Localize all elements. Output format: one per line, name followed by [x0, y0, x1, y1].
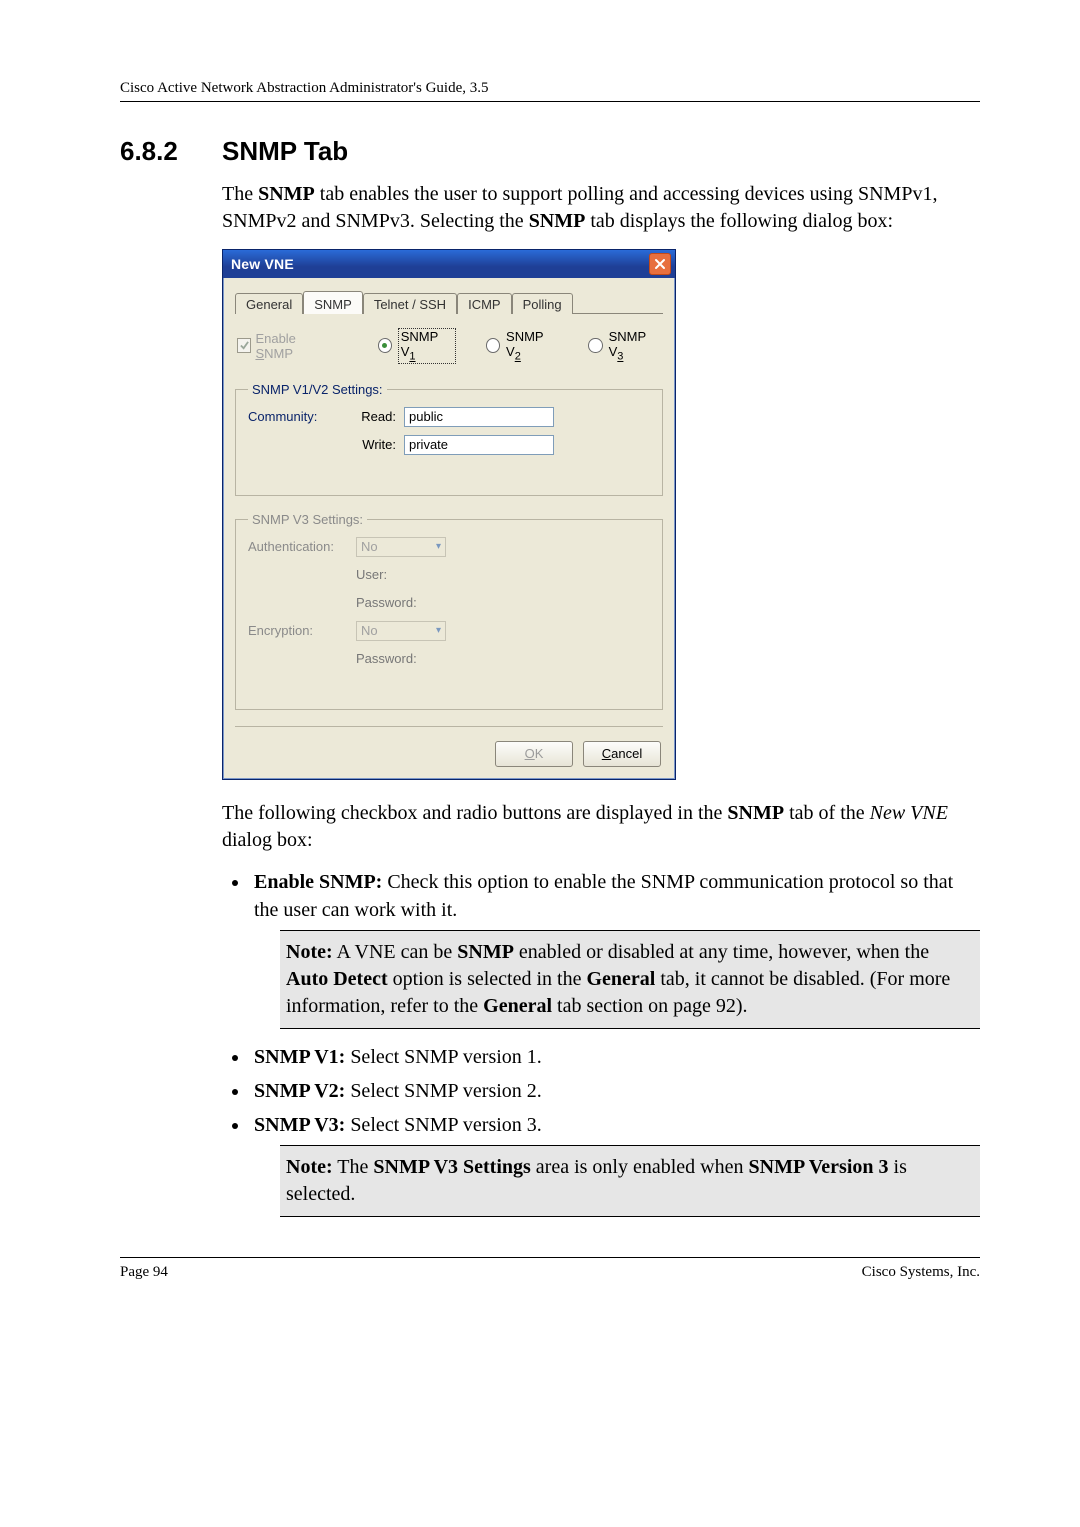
write-label: Write: — [342, 437, 396, 452]
text: Select SNMP version 1. — [345, 1046, 541, 1068]
dialog-title: New VNE — [231, 256, 649, 272]
running-header: Cisco Active Network Abstraction Adminis… — [120, 80, 980, 102]
tab-telnet-ssh[interactable]: Telnet / SSH — [363, 293, 457, 314]
list-item: SNMP V2: Select SNMP version 2. — [250, 1077, 980, 1105]
text-bold: Enable SNMP: — [254, 871, 382, 893]
footer-company: Cisco Systems, Inc. — [862, 1264, 980, 1281]
ok-button[interactable]: OK — [495, 741, 573, 767]
tab-polling[interactable]: Polling — [512, 293, 573, 314]
tab-strip: General SNMP Telnet / SSH ICMP Polling — [235, 290, 663, 314]
text-bold: SNMP — [258, 183, 315, 205]
encryption-label: Encryption: — [248, 623, 356, 638]
encryption-password-input[interactable] — [444, 649, 604, 669]
paragraph: The following checkbox and radio buttons… — [222, 800, 980, 854]
tab-icmp[interactable]: ICMP — [457, 293, 512, 314]
tab-snmp[interactable]: SNMP — [303, 291, 363, 314]
close-button[interactable] — [649, 253, 671, 275]
chevron-down-icon: ▾ — [436, 541, 441, 552]
read-label: Read: — [342, 409, 396, 424]
radio-sub: 1 — [409, 351, 415, 363]
group-legend: SNMP V1/V2 Settings: — [248, 382, 387, 397]
community-read-input[interactable] — [404, 407, 554, 427]
snmp-v2-radio[interactable]: SNMP V2 — [486, 328, 559, 364]
community-label: Community: — [248, 409, 342, 424]
section-number: 6.8.2 — [120, 136, 196, 167]
user-label: User: — [356, 567, 444, 582]
text-bold: SNMP V3 Settings — [373, 1156, 530, 1178]
text: The following checkbox and radio buttons… — [222, 802, 727, 824]
text-bold: General — [483, 995, 552, 1017]
text: area is only enabled when — [531, 1156, 749, 1178]
list-item: Enable SNMP: Check this option to enable… — [250, 868, 980, 1029]
password-label: Password: — [356, 651, 444, 666]
auth-password-input[interactable] — [444, 593, 604, 613]
snmp-v1v2-settings-group: SNMP V1/V2 Settings: Community: Read: Wr… — [235, 382, 663, 496]
chevron-down-icon: ▾ — [436, 625, 441, 636]
snmp-v1-radio[interactable]: SNMP V1 — [378, 328, 456, 364]
snmp-v3-settings-group: SNMP V3 Settings: Authentication: No ▾ U… — [235, 512, 663, 710]
note-box: Note: A VNE can be SNMP enabled or disab… — [280, 930, 980, 1029]
group-legend: SNMP V3 Settings: — [248, 512, 367, 527]
text: Select SNMP version 3. — [345, 1114, 541, 1136]
text-italic: New VNE — [870, 802, 948, 824]
text: dialog box: — [222, 829, 313, 851]
select-value: No — [361, 623, 378, 638]
text-bold: SNMP — [457, 941, 514, 963]
text: The — [333, 1156, 374, 1178]
note-label: Note: — [286, 1156, 333, 1178]
text-bold: SNMP V2: — [254, 1080, 345, 1102]
text: tab of the — [784, 802, 870, 824]
dialog-titlebar[interactable]: New VNE — [223, 250, 675, 278]
footer-page: Page 94 — [120, 1264, 168, 1281]
intro-paragraph: The SNMP tab enables the user to support… — [222, 181, 980, 235]
password-label: Password: — [356, 595, 444, 610]
authentication-label: Authentication: — [248, 539, 356, 554]
list-item: SNMP V1: Select SNMP version 1. — [250, 1043, 980, 1071]
radio-label: SNMP V — [609, 329, 646, 359]
section-title: SNMP Tab — [222, 136, 348, 167]
text-bold: SNMP V1: — [254, 1046, 345, 1068]
new-vne-dialog: New VNE General SNMP Telnet / SSH ICMP P… — [222, 249, 676, 780]
encryption-select[interactable]: No ▾ — [356, 621, 446, 641]
tab-general[interactable]: General — [235, 293, 303, 314]
enable-snmp-checkbox[interactable] — [237, 338, 251, 353]
text-bold: SNMP V3: — [254, 1114, 345, 1136]
user-input[interactable] — [444, 565, 604, 585]
text-bold: General — [586, 968, 655, 990]
text-bold: SNMP Version 3 — [749, 1156, 889, 1178]
note-box: Note: The SNMP V3 Settings area is only … — [280, 1145, 980, 1217]
snmp-v3-radio[interactable]: SNMP V3 — [588, 328, 661, 364]
radio-label: SNMP V — [506, 329, 543, 359]
text: A VNE can be — [333, 941, 458, 963]
note-label: Note: — [286, 941, 333, 963]
list-item: SNMP V3: Select SNMP version 3. Note: Th… — [250, 1111, 980, 1217]
authentication-select[interactable]: No ▾ — [356, 537, 446, 557]
text-bold: Auto Detect — [286, 968, 388, 990]
text: The — [222, 183, 258, 205]
text-bold: SNMP — [727, 802, 784, 824]
text: option is selected in the — [388, 968, 587, 990]
radio-label: SNMP V — [401, 329, 438, 359]
radio-sub: 3 — [617, 351, 623, 363]
select-value: No — [361, 539, 378, 554]
check-icon — [240, 341, 249, 350]
text: tab section on page 92). — [552, 995, 748, 1017]
text: enabled or disabled at any time, however… — [514, 941, 929, 963]
community-write-input[interactable] — [404, 435, 554, 455]
radio-sub: 2 — [515, 351, 521, 363]
text: Select SNMP version 2. — [345, 1080, 541, 1102]
text-bold: SNMP — [529, 210, 586, 232]
cancel-button[interactable]: Cancel — [583, 741, 661, 767]
close-icon — [654, 258, 666, 270]
enable-snmp-label: Enable SNMP — [255, 331, 333, 361]
text: tab displays the following dialog box: — [585, 210, 893, 232]
